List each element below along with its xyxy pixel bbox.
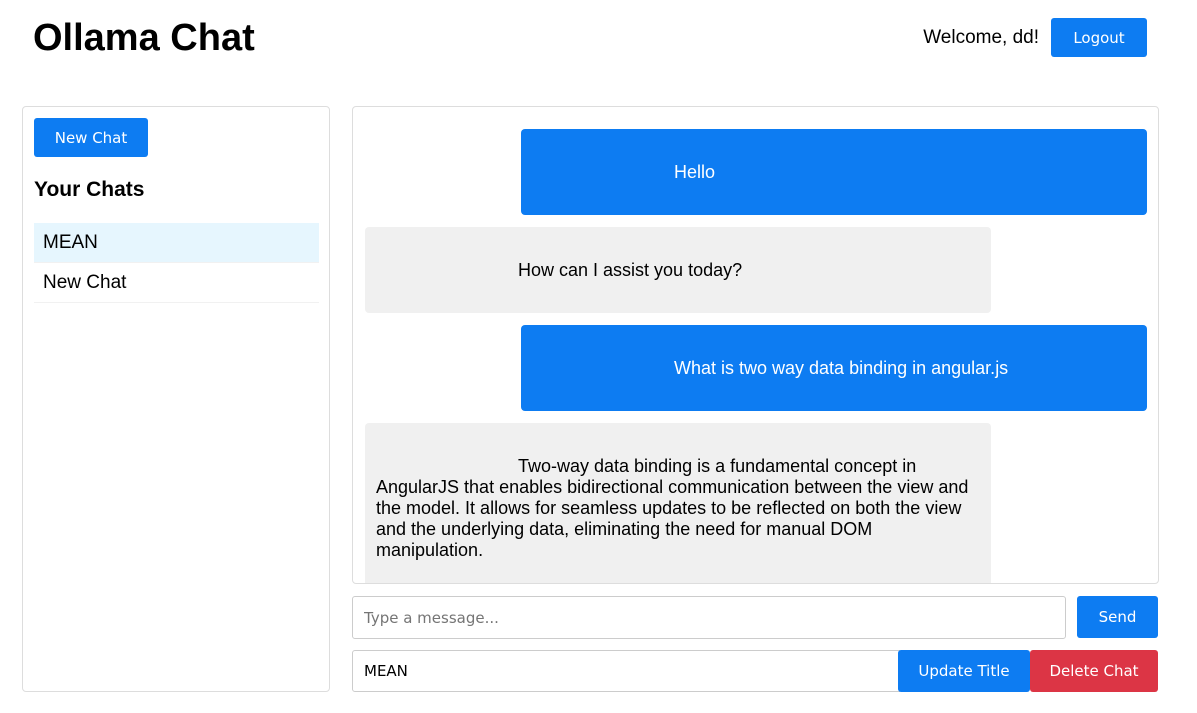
logout-button[interactable]: Logout: [1051, 18, 1147, 57]
message-text: How can I assist you today?: [518, 260, 743, 280]
send-button[interactable]: Send: [1077, 596, 1158, 638]
message-text: Two-way data binding is a fundamental co…: [376, 456, 969, 560]
message-panel[interactable]: Hello How can I assist you today? What i…: [352, 106, 1159, 584]
assistant-message: Two-way data binding is a fundamental co…: [365, 423, 991, 583]
chat-list: MEAN New Chat: [34, 223, 319, 303]
message-text: Hello: [674, 162, 716, 182]
app-root: Ollama Chat Welcome, dd! Logout New Chat…: [0, 0, 1197, 713]
chat-list-item-mean[interactable]: MEAN: [34, 223, 319, 263]
new-chat-button[interactable]: New Chat: [34, 118, 148, 157]
assistant-message: How can I assist you today?: [365, 227, 991, 313]
user-message: Hello: [521, 129, 1147, 215]
message-input[interactable]: [352, 596, 1066, 639]
update-title-button[interactable]: Update Title: [898, 650, 1030, 692]
user-message: What is two way data binding in angular.…: [521, 325, 1147, 411]
app-title: Ollama Chat: [33, 17, 255, 59]
chat-title-input[interactable]: [352, 650, 900, 692]
welcome-text: Welcome, dd!: [923, 27, 1039, 48]
chat-list-item-new-chat[interactable]: New Chat: [34, 263, 319, 303]
delete-chat-button[interactable]: Delete Chat: [1030, 650, 1158, 692]
message-text: What is two way data binding in angular.…: [674, 358, 1009, 378]
chat-sidebar: New Chat Your Chats MEAN New Chat: [22, 106, 330, 692]
your-chats-heading: Your Chats: [34, 178, 145, 201]
